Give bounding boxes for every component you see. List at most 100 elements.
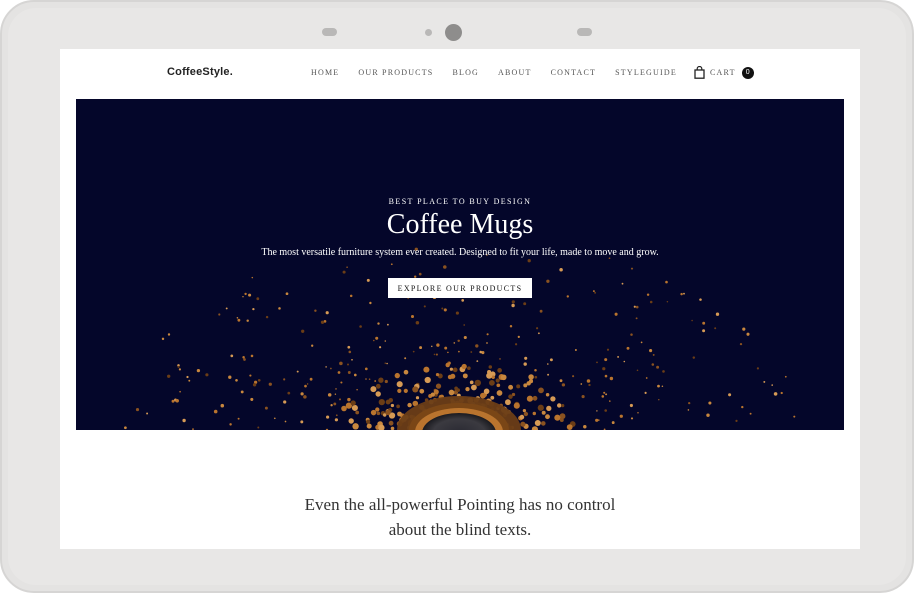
coffee-grain — [256, 297, 260, 301]
coffee-grain — [550, 396, 556, 402]
coffee-grain — [505, 399, 511, 406]
coffee-grain — [500, 374, 507, 381]
coffee-grain — [534, 419, 541, 427]
coffee-grain — [135, 408, 140, 412]
coffee-grain — [435, 372, 440, 377]
coffee-grain — [419, 388, 425, 394]
coffee-grain — [396, 381, 403, 388]
coffee-grain — [240, 390, 244, 394]
coffee-grain — [649, 349, 653, 353]
coffee-grain — [496, 390, 503, 396]
coffee-grain — [205, 373, 209, 377]
coffee-grain — [377, 322, 380, 325]
coffee-grain — [538, 387, 544, 394]
coffee-grain — [257, 378, 261, 382]
site-header: CoffeeStyle. HOME OUR PRODUCTS BLOG ABOU… — [60, 49, 860, 99]
coffee-grain — [524, 356, 528, 360]
coffee-grain — [637, 411, 639, 414]
coffee-grain — [340, 381, 343, 384]
nav-contact[interactable]: CONTACT — [551, 68, 597, 77]
coffee-grain — [463, 324, 466, 326]
coffee-grain — [268, 382, 272, 386]
coffee-grain — [741, 405, 744, 409]
coffee-grain — [347, 345, 351, 349]
coffee-grain — [449, 367, 454, 371]
coffee-grain — [635, 317, 638, 320]
coffee-grain — [433, 353, 436, 356]
coffee-grain — [462, 373, 468, 379]
coffee-grain — [390, 403, 395, 408]
coffee-grain — [333, 402, 337, 406]
coffee-grain — [596, 410, 598, 412]
coffee-grain — [283, 400, 287, 404]
coffee-grain — [687, 409, 690, 411]
nav-about[interactable]: ABOUT — [498, 68, 532, 77]
coffee-grain — [338, 398, 342, 401]
coffee-grain — [735, 419, 738, 423]
hero-kicker: BEST PLACE TO BUY DESIGN — [388, 197, 532, 206]
coffee-grain — [283, 378, 286, 381]
coffee-grain — [264, 406, 268, 410]
coffee-grain — [249, 374, 252, 377]
coffee-grain — [495, 378, 500, 383]
coffee-grain — [623, 360, 626, 363]
coffee-grain — [514, 343, 518, 346]
coffee-grain — [300, 420, 304, 424]
coffee-grain — [182, 418, 186, 423]
coffee-grain — [419, 346, 423, 350]
explore-products-button[interactable]: EXPLORE OUR PRODUCTS — [388, 278, 532, 298]
coffee-grain — [284, 420, 287, 423]
front-camera — [445, 24, 462, 41]
coffee-grain — [714, 327, 717, 330]
coffee-grain — [629, 403, 633, 408]
coffee-grain — [325, 311, 329, 315]
coffee-grain — [662, 370, 665, 373]
coffee-grain — [430, 392, 435, 397]
coffee-grain — [688, 401, 691, 405]
nav-styleguide[interactable]: STYLEGUIDE — [615, 68, 677, 77]
coffee-grain — [453, 342, 456, 344]
intro-text: Even the all-powerful Pointing has no co… — [60, 492, 860, 542]
coffee-grain — [330, 404, 333, 407]
nav-home[interactable]: HOME — [311, 68, 339, 77]
coffee-grain — [651, 363, 655, 366]
nav-our-products[interactable]: OUR PRODUCTS — [358, 68, 433, 77]
coffee-grain — [523, 383, 528, 388]
coffee-grain — [463, 335, 467, 340]
coffee-grain — [545, 393, 550, 397]
coffee-grain — [436, 343, 440, 347]
coffee-grain — [619, 414, 623, 418]
coffee-grain — [192, 428, 194, 430]
coffee-grain — [470, 351, 473, 353]
coffee-grain — [186, 375, 189, 379]
cart-link[interactable]: CART 0 — [694, 65, 754, 79]
coffee-grain — [443, 308, 447, 312]
site-logo[interactable]: CoffeeStyle. — [167, 66, 233, 78]
coffee-grain — [346, 405, 351, 409]
coffee-grain — [601, 395, 605, 398]
coffee-grain — [630, 333, 633, 336]
coffee-grain — [175, 399, 179, 403]
main-nav: HOME OUR PRODUCTS BLOG ABOUT CONTACT STY… — [311, 68, 696, 77]
coffee-grain — [605, 393, 608, 396]
coffee-grain — [611, 421, 615, 425]
coffee-grain — [376, 411, 381, 416]
coffee-grain — [337, 371, 341, 374]
coffee-grain — [527, 259, 531, 263]
coffee-grain — [378, 377, 384, 383]
coffee-grain — [303, 395, 307, 399]
coffee-grain — [373, 339, 375, 342]
coffee-grain — [346, 266, 348, 269]
hero-banner: BEST PLACE TO BUY DESIGN Coffee Mugs The… — [76, 99, 844, 430]
coffee-grain — [784, 375, 787, 378]
nav-blog[interactable]: BLOG — [452, 68, 479, 77]
coffee-grain — [448, 389, 455, 396]
coffee-grain — [250, 397, 254, 401]
coffee-grain — [490, 395, 495, 400]
coffee-grain — [646, 293, 650, 296]
coffee-grain — [386, 323, 389, 326]
coffee-grain — [374, 380, 377, 382]
coffee-grain — [285, 292, 289, 296]
coffee-grain — [314, 309, 317, 312]
coffee-grain — [603, 391, 606, 394]
